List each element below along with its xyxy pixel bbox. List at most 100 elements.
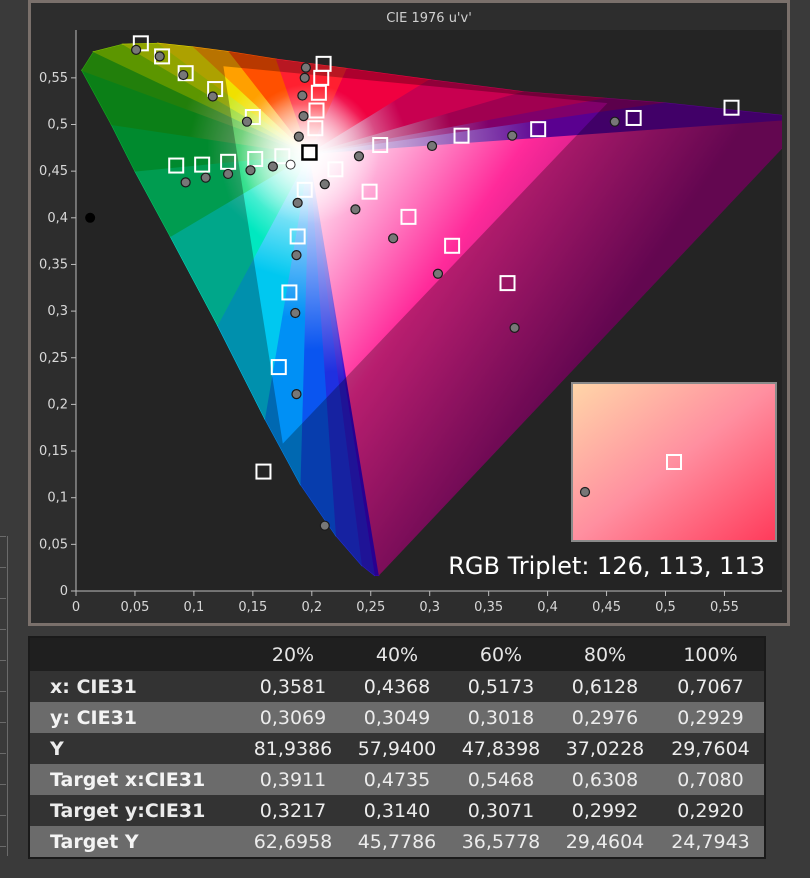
table-cell: 0,3911 [241,764,345,795]
column-header: 40% [345,637,449,671]
table-cell: 62,6958 [241,826,345,858]
table-cell: 0,3049 [345,702,449,733]
zoom-inset [571,382,777,542]
table-body: x: CIE31 0,3581 0,4368 0,5173 0,6128 0,7067 y:… [29,671,765,858]
measured-dot-marker [131,44,142,55]
measured-dot-marker [154,51,165,62]
table-cell: 0,2929 [657,702,765,733]
table-cell: 0,3217 [241,795,345,826]
x-tick-label: 0,4 [537,600,558,615]
y-tick-label: 0,15 [39,444,68,459]
table-cell: 0,6308 [553,764,657,795]
table-header-row: 20% 40% 60% 80% 100% [29,637,765,671]
y-tick-label: 0,45 [39,164,68,179]
measurement-table: 20% 40% 60% 80% 100% x: CIE31 0,3581 0,4368 0,5… [28,636,766,859]
table-cell: 0,7067 [657,671,765,702]
table-cell: 37,0228 [553,733,657,764]
row-label: Target x:CIE31 [29,764,241,795]
table-row: Target y:CIE31 0,3217 0,3140 0,3071 0,2992 0,… [29,795,765,826]
y-tick-label: 0 [60,584,68,599]
table-cell: 57,9400 [345,733,449,764]
rgb-triplet-label: RGB Triplet: 126, 113, 113 [448,552,765,580]
measured-dot-marker [245,165,256,176]
measured-dot-marker [298,111,309,122]
y-tick-label: 0,4 [47,211,68,226]
x-tick-label: 0,25 [356,600,385,615]
column-header: 80% [553,637,657,671]
table-cell: 0,3069 [241,702,345,733]
table-cell: 0,3581 [241,671,345,702]
y-tick-label: 0,05 [39,537,68,552]
x-tick-label: 0,3 [419,600,440,615]
table-cell: 81,9386 [241,733,345,764]
measured-dot-marker [350,204,361,215]
measured-dot-marker [353,151,365,162]
measured-dot-marker [432,268,444,279]
measured-dot-marker [388,233,399,244]
x-tick-label: 0,2 [301,600,322,615]
column-header: 60% [449,637,553,671]
y-tick-label: 0,25 [39,351,68,366]
measured-dot-marker [319,520,330,531]
y-tick-label: 0,5 [47,118,68,133]
table-cell: 0,4735 [345,764,449,795]
row-label: x: CIE31 [29,671,241,702]
table-cell: 0,3071 [449,795,553,826]
y-tick-label: 0,35 [39,257,68,272]
table-cell: 47,8398 [449,733,553,764]
table-cell: 29,7604 [657,733,765,764]
y-tick-label: 0,3 [47,304,68,319]
measured-dot-marker [319,179,330,190]
table-cell: 0,2992 [553,795,657,826]
x-tick-label: 0,15 [238,600,267,615]
table-cell: 24,7943 [657,826,765,858]
measured-dot-marker [291,389,302,400]
measured-dot-marker [293,131,304,142]
table-cell: 0,7080 [657,764,765,795]
chart-title: CIE 1976 u'v' [386,11,472,26]
table-cell: 0,2976 [553,702,657,733]
measured-dot-marker [300,62,312,73]
table-cell: 45,7786 [345,826,449,858]
measured-dot-marker [200,172,211,183]
row-label: Y [29,733,241,764]
measured-dot-marker [178,69,189,81]
black-point-marker [85,212,96,223]
measured-dot-marker [609,116,620,127]
table-cell: 0,3140 [345,795,449,826]
table-cell: 0,4368 [345,671,449,702]
table-cell: 0,5468 [449,764,553,795]
table-cell: 0,3018 [449,702,553,733]
measured-dot-marker [507,130,518,141]
measured-dot-marker [297,90,308,101]
measured-dot-marker [267,161,278,172]
column-header: 100% [657,637,765,671]
measured-dot-marker [291,250,302,261]
table-cell: 0,2920 [657,795,765,826]
table-row: Target Y 62,6958 45,7786 36,5778 29,4604 24,7… [29,826,765,858]
measured-dot-marker [292,197,303,208]
measured-dot-marker [509,322,520,333]
x-tick-label: 0,45 [592,600,621,615]
table-cell: 0,6128 [553,671,657,702]
y-tick-label: 0,2 [47,397,68,412]
measured-dot-marker [222,168,234,180]
y-tick-label: 0,55 [39,71,68,86]
x-tick-label: 0,1 [184,600,205,615]
white-point-marker [285,159,296,170]
table-cell: 36,5778 [449,826,553,858]
measured-dot-marker [241,116,253,127]
x-tick-label: 0,35 [474,600,503,615]
row-label: Target Y [29,826,241,858]
y-tick-label: 0,1 [47,491,68,506]
x-tick-label: 0,05 [120,600,149,615]
x-tick-label: 0,55 [710,600,739,615]
x-tick-label: 0 [72,600,80,615]
row-label: Target y:CIE31 [29,795,241,826]
table-row: Y 81,9386 57,9400 47,8398 37,0228 29,7604 [29,733,765,764]
measured-dot-marker [180,177,191,188]
table-row: y: CIE31 0,3069 0,3049 0,3018 0,2976 0,2929 [29,702,765,733]
inset-measured-marker [579,486,591,498]
measured-dot-marker [207,91,218,102]
header-corner [29,637,241,671]
